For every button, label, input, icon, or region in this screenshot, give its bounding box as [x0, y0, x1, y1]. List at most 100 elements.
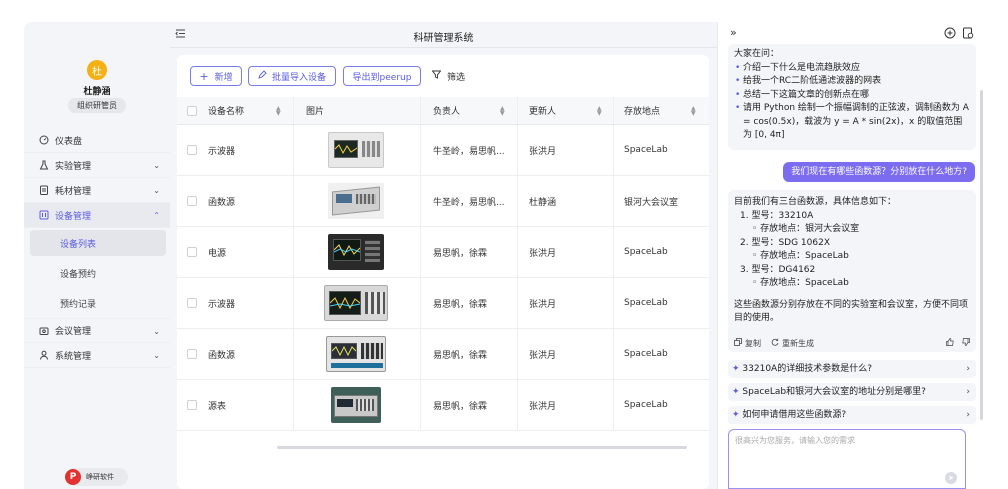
add-button[interactable]: + 新增: [190, 66, 242, 86]
table-row[interactable]: 函数源 牛圣岭，易思帆... 杜静涵 银河大会议室: [177, 176, 709, 227]
location-cell: SpaceLab: [624, 400, 668, 410]
sidebar-item-system[interactable]: 系统管理 ⌄: [24, 343, 170, 368]
suggested-question[interactable]: 总结一下这篇文章的创新点在哪: [734, 89, 970, 103]
filter-button[interactable]: 筛选: [431, 66, 465, 86]
updater-cell: 张洪月: [529, 350, 557, 361]
answer-model: 2. 型号：SDG 1062X: [740, 237, 830, 248]
owner-cell: 易思帆，徐霖: [433, 248, 488, 259]
device-image[interactable]: [331, 380, 381, 430]
sort-icon[interactable]: ▲ ▼: [691, 106, 696, 117]
horizontal-scrollbar[interactable]: [277, 446, 687, 449]
user-role-badge: 组织研管员: [68, 98, 126, 113]
suggested-questions-card: 大家在问： 介绍一下什么是电流趋肤效应 给我一个RC二阶低通滤波器的网表 总结一…: [728, 44, 976, 150]
row-checkbox[interactable]: [187, 196, 197, 206]
updater-cell: 张洪月: [529, 248, 557, 259]
brand-badge[interactable]: P 峥研软件: [65, 468, 128, 486]
sort-icon[interactable]: ▲ ▼: [597, 106, 602, 117]
row-checkbox[interactable]: [187, 145, 197, 155]
sparkle-icon: ✦: [732, 410, 740, 420]
sidebar-subitem-device-booking[interactable]: 设备预约: [24, 258, 170, 288]
follow-up-suggestion[interactable]: ✦ SpaceLab和银河大会议室的地址分别是哪里? ›: [728, 383, 976, 401]
sidebar-item-label: 仪表盘: [55, 136, 83, 147]
send-icon[interactable]: ➤: [945, 472, 957, 484]
updater-cell: 杜静涵: [529, 197, 557, 208]
sidebar-subitem-booking-records[interactable]: 预约记录: [24, 288, 170, 318]
chevron-down-icon: ⌄: [153, 161, 160, 170]
ai-chat-panel: » 大家在问： 介绍一下什么是电流趋肤效应 给我一个RC二阶低通滤波器的网表 总…: [717, 22, 985, 489]
location-cell: SpaceLab: [624, 145, 668, 155]
thumbs-up-icon[interactable]: [946, 337, 954, 351]
brand-label: 峥研软件: [86, 473, 114, 481]
row-checkbox[interactable]: [187, 349, 197, 359]
row-checkbox[interactable]: [187, 298, 197, 308]
user-message-bubble: 我们现在有哪些函数源？分别放在什么地方?: [783, 162, 975, 182]
sort-icon[interactable]: ▲ ▼: [500, 106, 505, 117]
table-row[interactable]: 示波器 易思帆，徐霖 张洪月 SpaceLab: [177, 278, 709, 329]
device-image[interactable]: [324, 278, 388, 328]
table-row[interactable]: 源表 易思帆，徐霖 张洪月 SpaceLab: [177, 380, 709, 431]
chevron-right-icon: ›: [966, 364, 970, 374]
thumbs-down-icon[interactable]: [962, 337, 970, 351]
sidebar-item-devices[interactable]: 设备管理 ⌃: [24, 203, 170, 228]
chat-scrollbar[interactable]: [980, 90, 983, 420]
table-row[interactable]: 电源 易思帆，徐霖 张洪月 SpaceLab: [177, 227, 709, 278]
sidebar-item-experiments[interactable]: 实验管理 ⌄: [24, 153, 170, 178]
collapse-panel-icon[interactable]: »: [730, 26, 737, 39]
chevron-right-icon: ›: [966, 410, 970, 420]
batch-import-button[interactable]: 批量导入设备: [248, 66, 336, 86]
select-all-checkbox[interactable]: [187, 105, 197, 116]
copy-button[interactable]: 复制: [734, 337, 761, 351]
sidebar-item-label: 系统管理: [55, 351, 92, 362]
header-image: 图片: [306, 107, 325, 117]
answer-place: ◦ 存放地点：SpaceLab: [752, 278, 849, 288]
header-updater[interactable]: 更新人: [529, 97, 556, 124]
header-owner[interactable]: 负责人: [433, 97, 460, 124]
device-table: 设备名称 ▲ ▼ 图片 负责人 ▲ ▼ 更新人 ▲ ▼ 存放地点 ▲ ▼ 示波器…: [177, 97, 709, 431]
header-location[interactable]: 存放地点: [624, 97, 660, 124]
chat-input[interactable]: [735, 435, 955, 465]
owner-cell: 易思帆，徐霖: [433, 350, 488, 361]
answer-list: 1. 型号：33210A ◦ 存放地点：银河大会议室 2. 型号：SDG 106…: [734, 210, 970, 291]
sort-icon[interactable]: ▲ ▼: [276, 106, 281, 117]
suggested-question[interactable]: 给我一个RC二阶低通滤波器的网表: [734, 75, 970, 89]
device-image[interactable]: [326, 329, 386, 379]
table-row[interactable]: 示波器 牛圣岭，易思帆... 张洪月 SpaceLab: [177, 125, 709, 176]
clipboard-icon: [39, 185, 49, 195]
sidebar-item-meetings[interactable]: 会议管理 ⌄: [24, 318, 170, 343]
sidebar-menu: 仪表盘 实验管理 ⌄ 耗材管理 ⌄ 设备管理 ⌃ 设备列表 设备预约 预约记录 …: [24, 128, 170, 368]
chat-input-box: ➤: [728, 429, 966, 489]
filter-icon: [431, 70, 442, 82]
answer-model: 1. 型号：33210A: [740, 210, 814, 221]
copy-icon: [734, 337, 742, 351]
device-image[interactable]: [328, 227, 384, 277]
row-checkbox[interactable]: [187, 247, 197, 257]
regenerate-button[interactable]: 重新生成: [771, 337, 814, 351]
owner-cell: 易思帆，徐霖: [433, 299, 488, 310]
updater-cell: 张洪月: [529, 401, 557, 412]
sidebar-item-consumables[interactable]: 耗材管理 ⌄: [24, 178, 170, 203]
edit-icon: [258, 70, 267, 82]
sidebar-item-label: 耗材管理: [55, 186, 92, 197]
row-checkbox[interactable]: [187, 400, 197, 410]
export-button[interactable]: 导出到peerup: [343, 66, 421, 86]
new-chat-icon[interactable]: [944, 27, 956, 42]
sidebar-item-dashboard[interactable]: 仪表盘: [24, 128, 170, 153]
table-header-row: 设备名称 ▲ ▼ 图片 负责人 ▲ ▼ 更新人 ▲ ▼ 存放地点 ▲ ▼: [177, 97, 709, 125]
owner-cell: 牛圣岭，易思帆...: [433, 146, 505, 157]
device-image[interactable]: [328, 176, 384, 226]
avatar[interactable]: 杜: [87, 60, 107, 80]
answer-place: ◦ 存放地点：银河大会议室: [752, 224, 860, 234]
chevron-up-icon: ⌃: [153, 211, 160, 220]
device-list-card: + 新增 批量导入设备 导出到peerup 筛选 设备名称 ▲ ▼ 图片 负责人…: [177, 55, 709, 489]
suggested-question[interactable]: 请用 Python 绘制一个振幅调制的正弦波，调制函数为 A = cos(0.5…: [734, 102, 970, 143]
device-image[interactable]: [328, 125, 384, 175]
follow-up-suggestion[interactable]: ✦ 如何申请借用这些函数源? ›: [728, 406, 976, 424]
history-icon[interactable]: [962, 27, 974, 42]
suggested-question[interactable]: 介绍一下什么是电流趋肤效应: [734, 62, 970, 76]
sidebar-subitem-device-list[interactable]: 设备列表: [30, 230, 166, 256]
follow-up-suggestion[interactable]: ✦ 33210A的详细技术参数是什么? ›: [728, 360, 976, 378]
header-device-name[interactable]: 设备名称: [208, 97, 244, 124]
table-row[interactable]: 函数源 易思帆，徐霖 张洪月 SpaceLab: [177, 329, 709, 380]
sidebar-item-label: 会议管理: [55, 327, 92, 337]
updater-cell: 张洪月: [529, 299, 557, 310]
